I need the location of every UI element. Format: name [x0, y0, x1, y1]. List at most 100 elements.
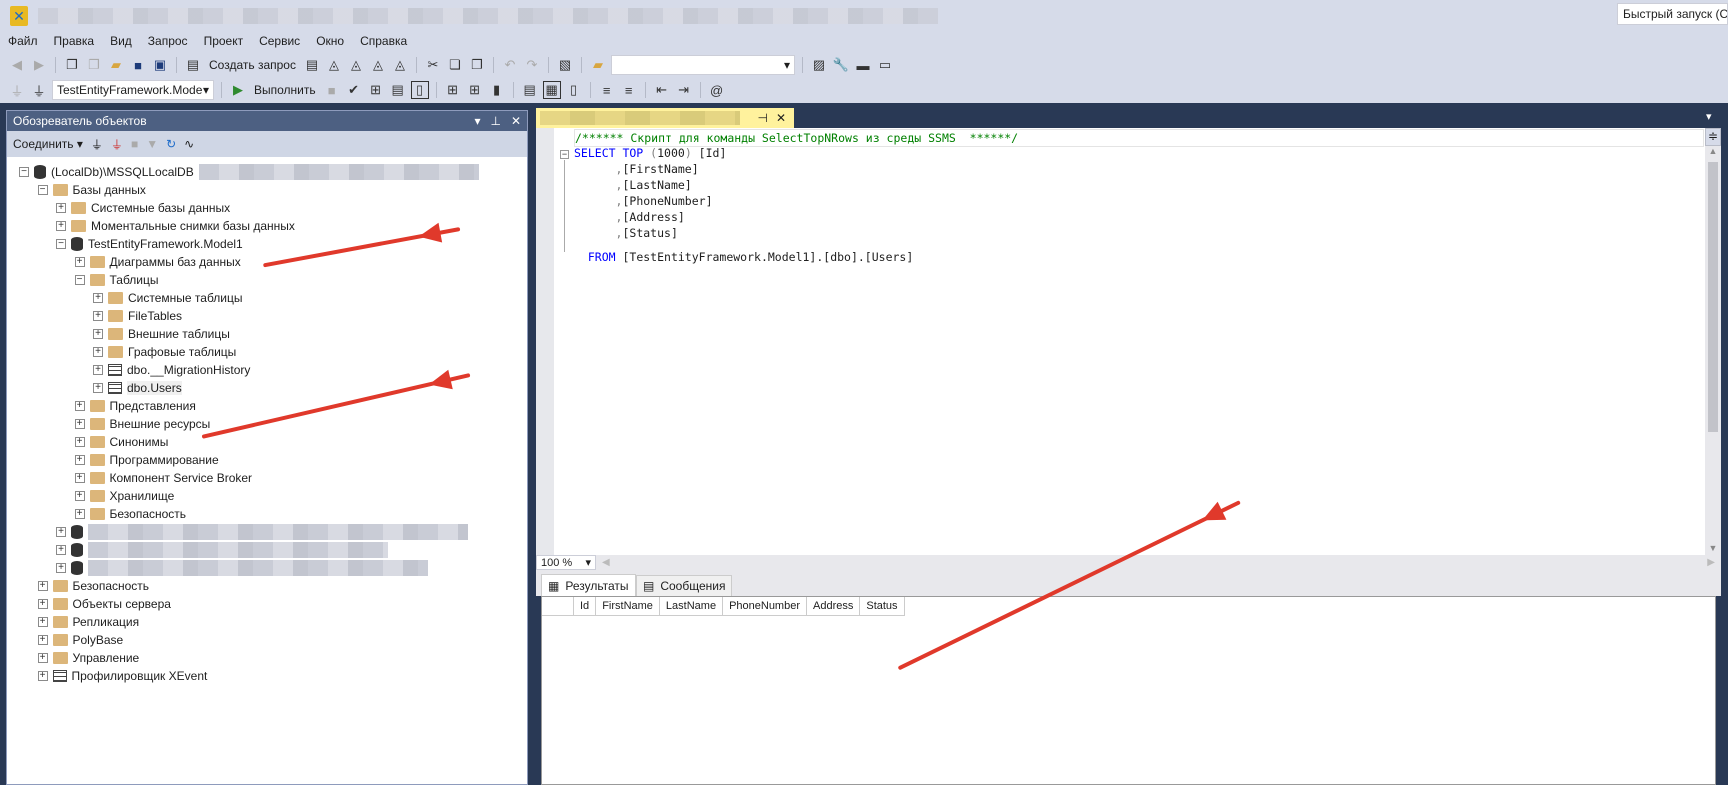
- tree-node[interactable]: − Таблицы: [74, 271, 159, 289]
- tree-node[interactable]: + FileTables: [93, 307, 182, 325]
- filter-icon[interactable]: ▼: [146, 137, 158, 151]
- tree-node[interactable]: + Профилировщик XEvent: [37, 667, 207, 685]
- menu-file[interactable]: Файл: [0, 32, 46, 50]
- collapse-icon[interactable]: −: [74, 275, 85, 285]
- expand-icon[interactable]: +: [74, 401, 85, 411]
- dax-query-icon[interactable]: ◬: [391, 56, 409, 74]
- expand-icon[interactable]: +: [93, 329, 103, 339]
- search-combo[interactable]: ▾: [610, 55, 795, 75]
- uncomment-icon[interactable]: ≡: [620, 81, 638, 99]
- add-item-icon[interactable]: ❐: [85, 56, 103, 74]
- expand-icon[interactable]: +: [56, 203, 66, 213]
- menu-edit[interactable]: Правка: [46, 32, 103, 50]
- expand-icon[interactable]: +: [37, 635, 48, 645]
- parse-check-icon[interactable]: ✔: [345, 81, 363, 99]
- menu-view[interactable]: Вид: [102, 32, 140, 50]
- scroll-up-icon[interactable]: ▲: [1705, 146, 1721, 156]
- results-to-file-icon[interactable]: ▯: [565, 81, 583, 99]
- column-header[interactable]: FirstName: [596, 597, 660, 616]
- dmx-query-icon[interactable]: ◬: [347, 56, 365, 74]
- forward-icon[interactable]: ▶: [30, 56, 48, 74]
- tree-node[interactable]: + Синонимы: [74, 433, 168, 451]
- save-all-icon[interactable]: ▣: [151, 56, 169, 74]
- expand-icon[interactable]: +: [37, 617, 48, 627]
- results-to-text-icon[interactable]: ▤: [521, 81, 539, 99]
- db-engine-query-icon[interactable]: ▤: [303, 56, 321, 74]
- expand-icon[interactable]: +: [37, 599, 48, 609]
- execute-button[interactable]: Выполнить: [251, 83, 319, 97]
- new-project-icon[interactable]: ❐: [63, 56, 81, 74]
- column-header[interactable]: Id: [574, 597, 597, 616]
- cancel-query-icon[interactable]: ■: [323, 81, 341, 99]
- expand-icon[interactable]: +: [74, 437, 85, 447]
- tree-node[interactable]: + Репликация: [37, 613, 139, 631]
- expand-icon[interactable]: +: [74, 419, 85, 429]
- tree-node[interactable]: +: [56, 541, 388, 559]
- tree-node[interactable]: +: [56, 559, 428, 577]
- split-icon[interactable]: ≑: [1705, 128, 1721, 146]
- tree-node[interactable]: + Моментальные снимки базы данных: [56, 217, 295, 235]
- scroll-right-icon[interactable]: ▶: [1707, 557, 1715, 568]
- refresh-icon[interactable]: ↻: [166, 137, 176, 151]
- intellisense-icon[interactable]: ▯: [410, 81, 429, 99]
- scroll-down-icon[interactable]: ▼: [1705, 543, 1721, 553]
- expand-icon[interactable]: +: [56, 545, 66, 555]
- connect-plug-icon[interactable]: ⏚: [91, 136, 103, 153]
- command-window-icon[interactable]: ▭: [876, 56, 894, 74]
- client-stats-icon[interactable]: ▮: [488, 81, 506, 99]
- pin-icon[interactable]: ⊥: [490, 114, 500, 128]
- mdx-query-icon[interactable]: ◬: [325, 56, 343, 74]
- open-file-icon[interactable]: ▰: [107, 56, 125, 74]
- dropdown-icon[interactable]: ▾: [474, 114, 480, 128]
- zoom-select[interactable]: 100 % ▾: [536, 555, 596, 570]
- expand-icon[interactable]: +: [56, 221, 66, 231]
- specify-values-icon[interactable]: @: [708, 81, 726, 99]
- menu-window[interactable]: Окно: [308, 32, 352, 50]
- decrease-indent-icon[interactable]: ⇤: [653, 81, 671, 99]
- results-to-grid-icon[interactable]: ▦: [542, 81, 561, 99]
- scroll-left-icon[interactable]: ◀: [602, 557, 610, 568]
- comment-icon[interactable]: ≡: [598, 81, 616, 99]
- expand-icon[interactable]: +: [56, 563, 66, 573]
- tree-node[interactable]: + Программирование: [74, 451, 219, 469]
- column-header[interactable]: LastName: [659, 597, 724, 616]
- expand-icon[interactable]: +: [93, 347, 103, 357]
- menu-project[interactable]: Проект: [196, 32, 252, 50]
- tree-node[interactable]: + Внешние таблицы: [93, 325, 230, 343]
- menu-help[interactable]: Справка: [352, 32, 415, 50]
- xmla-query-icon[interactable]: ◬: [369, 56, 387, 74]
- expand-icon[interactable]: +: [74, 455, 85, 465]
- tree-node[interactable]: + dbo.Users: [93, 379, 182, 397]
- redo-icon[interactable]: ↷: [523, 56, 541, 74]
- expand-icon[interactable]: +: [56, 527, 66, 537]
- tree-node[interactable]: − Базы данных: [37, 181, 146, 199]
- sql-editor[interactable]: /****** Скрипт для команды SelectTopNRow…: [536, 128, 1721, 555]
- live-stats-icon[interactable]: ⊞: [466, 81, 484, 99]
- undo-icon[interactable]: ↶: [501, 56, 519, 74]
- column-header[interactable]: Address: [807, 597, 861, 616]
- pin-icon[interactable]: ⊣: [757, 111, 767, 125]
- tree-node[interactable]: +: [56, 523, 468, 541]
- actual-plan-icon[interactable]: ⊞: [444, 81, 462, 99]
- stop-icon[interactable]: ■: [131, 137, 138, 151]
- tree-node[interactable]: + Графовые таблицы: [93, 343, 236, 361]
- connect-plug-icon[interactable]: ⏚: [8, 81, 26, 99]
- row-selector-header[interactable]: [542, 597, 574, 616]
- collapse-icon[interactable]: −: [37, 185, 48, 195]
- tree-node[interactable]: + Хранилище: [74, 487, 174, 505]
- solution-explorer-icon[interactable]: ▨: [810, 56, 828, 74]
- paste-icon[interactable]: ❐: [468, 56, 486, 74]
- tree-node[interactable]: + PolyBase: [37, 631, 123, 649]
- disconnect-icon[interactable]: ⏚: [111, 136, 123, 153]
- tree-node[interactable]: + Управление: [37, 649, 139, 667]
- copy-icon[interactable]: ❏: [446, 56, 464, 74]
- column-header[interactable]: Status: [860, 597, 905, 616]
- connect-button[interactable]: Соединить ▾: [13, 137, 83, 151]
- editor-vertical-scrollbar[interactable]: ≑ ▲ ▼: [1705, 128, 1721, 555]
- tree-node[interactable]: + Системные таблицы: [93, 289, 243, 307]
- tree-node[interactable]: + Безопасность: [37, 577, 149, 595]
- new-query-button[interactable]: Создать запрос: [206, 58, 299, 72]
- expand-icon[interactable]: +: [93, 293, 103, 303]
- expand-icon[interactable]: +: [93, 383, 103, 393]
- expand-icon[interactable]: +: [74, 473, 85, 483]
